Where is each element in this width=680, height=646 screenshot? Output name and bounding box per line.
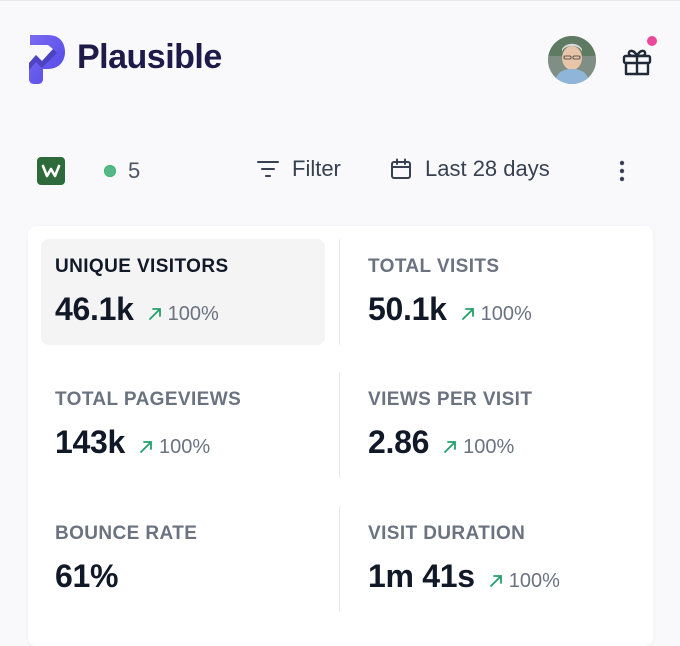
metric-change-value: 100% — [480, 303, 532, 325]
metric-visit-duration[interactable]: VISIT DURATION 1m 41s 100% — [354, 506, 638, 612]
metric-change: 100% — [489, 570, 560, 593]
filter-button[interactable]: Filter — [256, 156, 341, 182]
trend-up-icon — [140, 441, 152, 453]
metric-label: BOUNCE RATE — [55, 523, 198, 544]
metric-change: 100% — [443, 436, 514, 459]
notification-dot — [647, 36, 657, 46]
plausible-logo-icon — [29, 35, 65, 84]
metric-total-pageviews[interactable]: TOTAL PAGEVIEWS 143k 100% — [41, 372, 325, 478]
site-favicon-icon — [41, 164, 61, 178]
column-divider — [339, 239, 340, 345]
trend-up-icon — [489, 575, 502, 587]
metric-change-value: 100% — [508, 570, 560, 592]
metric-change: 100% — [139, 436, 210, 459]
brand-name[interactable]: Plausible — [77, 38, 222, 77]
column-divider — [339, 506, 340, 612]
live-visitor-count: 5 — [128, 158, 141, 183]
metric-label: TOTAL PAGEVIEWS — [55, 389, 242, 410]
gift-icon[interactable] — [620, 44, 654, 78]
filter-label: Filter — [292, 156, 341, 181]
metric-value: 46.1k — [55, 291, 134, 327]
trend-up-icon — [148, 308, 161, 320]
site-switcher-button[interactable] — [37, 157, 65, 185]
metric-change-value: 100% — [159, 436, 211, 458]
metric-change: 100% — [461, 303, 532, 326]
metric-change: 100% — [148, 303, 219, 326]
metric-unique-visitors[interactable]: UNIQUE VISITORS 46.1k 100% — [41, 239, 325, 345]
live-indicator-dot — [104, 165, 116, 177]
metric-change-value: 100% — [167, 303, 219, 325]
current-visitors[interactable]: 5 — [104, 158, 140, 184]
metric-total-visits[interactable]: TOTAL VISITS 50.1k 100% — [354, 239, 638, 345]
metric-label: VISIT DURATION — [368, 523, 526, 544]
metric-label: VIEWS PER VISIT — [368, 389, 533, 410]
trend-up-icon — [444, 441, 456, 453]
metric-label: TOTAL VISITS — [368, 256, 500, 277]
date-range-label: Last 28 days — [425, 156, 550, 181]
top-stats-card: UNIQUE VISITORS 46.1k 100% TOTAL VISITS … — [28, 226, 653, 646]
metric-views-per-visit[interactable]: VIEWS PER VISIT 2.86 100% — [354, 372, 638, 478]
metric-change-value: 100% — [463, 436, 515, 458]
date-range-picker[interactable]: Last 28 days — [389, 156, 550, 182]
column-divider — [339, 372, 340, 478]
metric-value: 50.1k — [368, 291, 447, 327]
metric-bounce-rate[interactable]: BOUNCE RATE 61% — [41, 506, 325, 612]
metric-value: 2.86 — [368, 424, 430, 460]
app-header: Plausible — [0, 0, 680, 120]
more-options-icon[interactable] — [612, 156, 632, 186]
metric-value: 1m 41s — [368, 558, 475, 594]
avatar-portrait-icon — [548, 36, 596, 84]
metric-value: 143k — [55, 424, 125, 460]
calendar-icon — [391, 158, 411, 179]
filter-icon — [257, 161, 279, 177]
metric-value: 61% — [55, 558, 119, 594]
trend-up-icon — [461, 308, 474, 320]
user-avatar[interactable] — [548, 36, 596, 84]
metric-label: UNIQUE VISITORS — [55, 256, 229, 277]
